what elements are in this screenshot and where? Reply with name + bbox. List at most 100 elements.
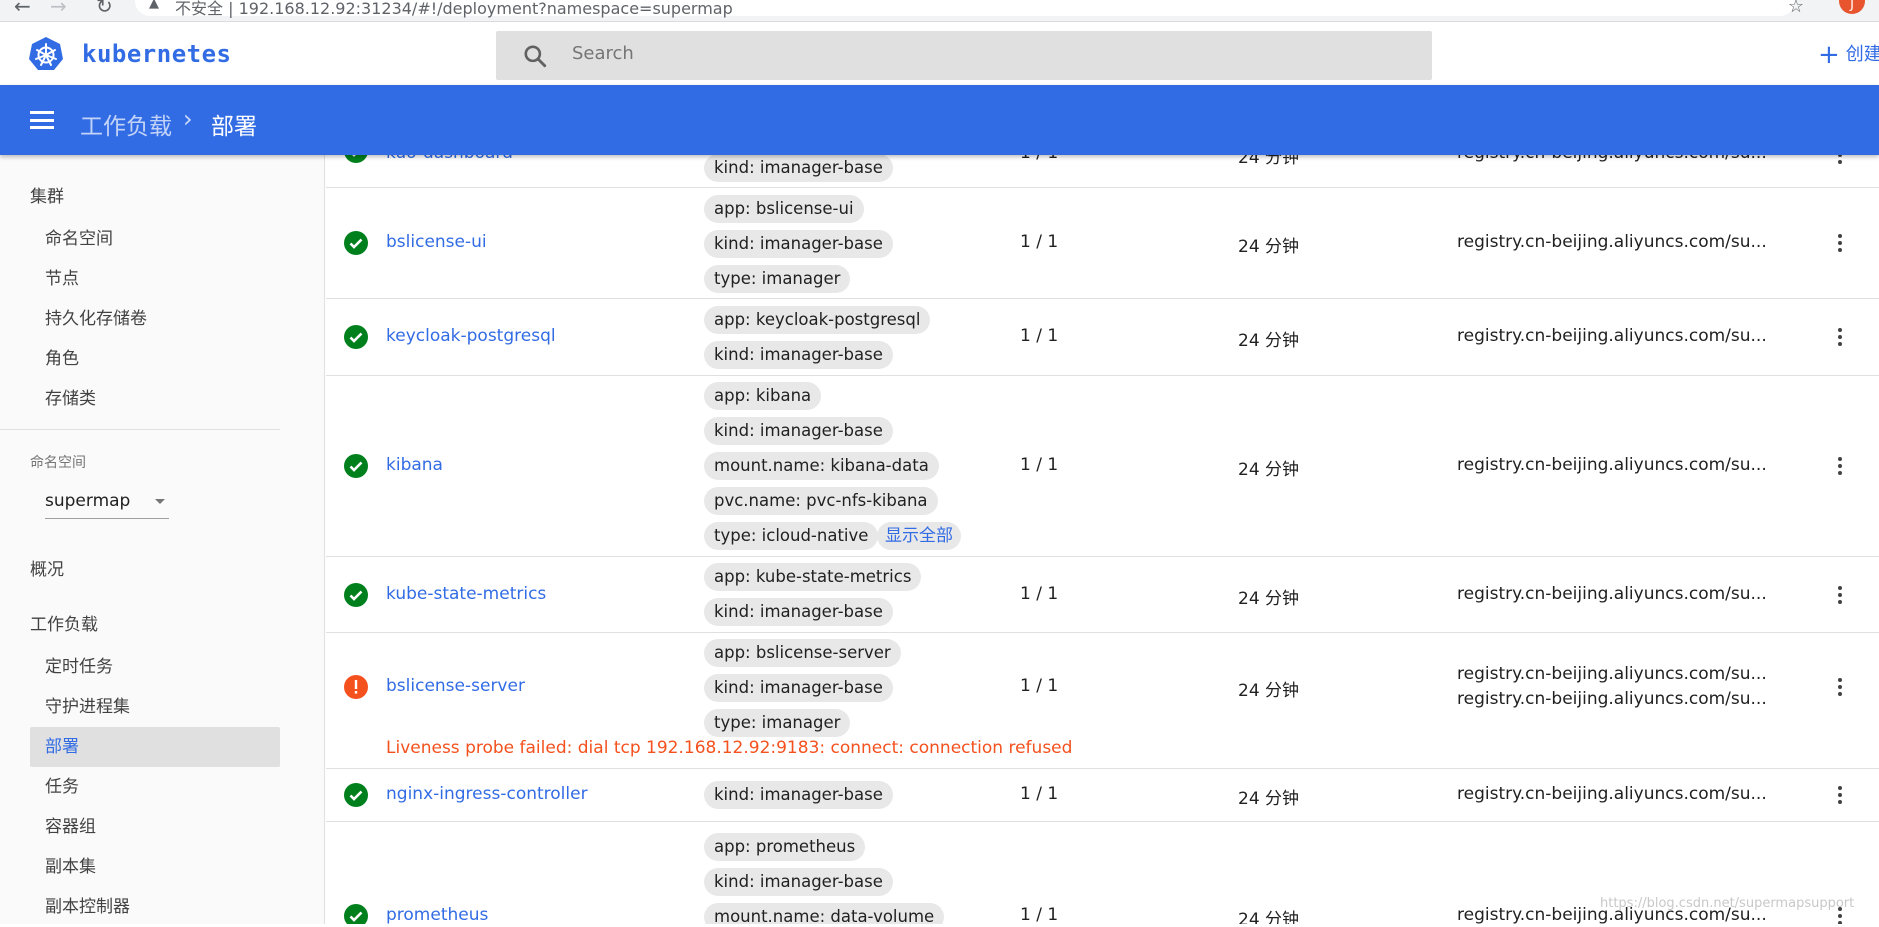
- image-text: registry.cn-beijing.aliyuncs.com/su...: [1457, 784, 1767, 804]
- bookmark-star-icon[interactable]: ☆: [1788, 0, 1804, 17]
- label-chip: pvc.name: pvc-nfs-kibana: [704, 487, 938, 515]
- more-vert-icon[interactable]: [1838, 586, 1844, 607]
- label-chip: kind: imanager-base: [704, 155, 893, 182]
- sidebar-divider: [0, 429, 280, 430]
- sidebar-item-pods[interactable]: 容器组: [30, 807, 280, 847]
- label-chip: kind: imanager-base: [704, 598, 893, 626]
- status-ok-icon: [344, 231, 368, 255]
- create-label: 创建: [1845, 44, 1879, 65]
- pods-count: 1 / 1: [1020, 155, 1058, 163]
- more-vert-icon[interactable]: [1838, 786, 1844, 807]
- more-vert-icon[interactable]: [1838, 155, 1844, 167]
- sidebar-item-replicasets[interactable]: 副本集: [30, 847, 280, 887]
- age-text: 24 分钟: [1238, 681, 1300, 701]
- deployment-name-link[interactable]: kibana: [386, 455, 443, 475]
- sidebar-heading-workloads[interactable]: 工作负载: [30, 610, 98, 635]
- more-vert-icon[interactable]: [1838, 234, 1844, 255]
- breadcrumb-current: 部署: [211, 114, 257, 140]
- image-text: registry.cn-beijing.aliyuncs.com/su...: [1457, 232, 1767, 252]
- breadcrumb-parent[interactable]: 工作负载: [80, 107, 172, 141]
- status-error-icon: [344, 675, 368, 699]
- image-text: registry.cn-beijing.aliyuncs.com/su...: [1457, 664, 1767, 684]
- table-row: bslicense-ui app: bslicense-ui kind: ima…: [326, 188, 1879, 299]
- namespace-label: 命名空间: [30, 455, 86, 471]
- warning-icon: ▲: [149, 0, 159, 11]
- label-chip: kind: imanager-base: [704, 417, 893, 445]
- search-input[interactable]: [572, 43, 1372, 64]
- sidebar-item-jobs[interactable]: 任务: [30, 767, 280, 807]
- age-text: 24 分钟: [1238, 460, 1300, 480]
- more-vert-icon[interactable]: [1838, 328, 1844, 349]
- status-ok-icon: [344, 783, 368, 807]
- age-text: 24 分钟: [1238, 155, 1300, 168]
- deployment-name-link[interactable]: kuo-dashboard: [386, 155, 513, 163]
- label-chip: app: keycloak-postgresql: [704, 306, 931, 334]
- url-text: 192.168.12.92:31234/#!/deployment?namesp…: [238, 0, 733, 18]
- table-row: kube-state-metrics app: kube-state-metri…: [326, 557, 1879, 633]
- status-ok-icon: [344, 155, 368, 163]
- menu-icon[interactable]: [30, 111, 54, 129]
- search-box[interactable]: [496, 31, 1432, 80]
- brand-title[interactable]: kubernetes: [82, 40, 232, 68]
- address-bar[interactable]: ▲ 不安全 | 192.168.12.92:31234/#!/deploymen…: [135, 0, 1795, 18]
- deployment-name-link[interactable]: bslicense-server: [386, 676, 525, 696]
- sidebar-item-namespaces[interactable]: 命名空间: [30, 219, 280, 259]
- kubernetes-logo-icon[interactable]: [28, 36, 64, 72]
- pods-count: 1 / 1: [1020, 676, 1059, 696]
- sidebar-item-cronjobs[interactable]: 定时任务: [30, 647, 280, 687]
- namespace-value: supermap: [45, 491, 131, 511]
- deployment-name-link[interactable]: bslicense-ui: [386, 232, 487, 252]
- deployments-table: kuo-dashboard kind: imanager-base 1 / 1 …: [326, 155, 1879, 924]
- back-icon[interactable]: ←: [14, 0, 31, 18]
- plus-icon: +: [1818, 40, 1840, 70]
- forward-icon[interactable]: →: [50, 0, 67, 18]
- pods-count: 1 / 1: [1020, 232, 1059, 252]
- deployment-name-link[interactable]: keycloak-postgresql: [386, 326, 556, 346]
- label-chip: mount.name: data-volume: [704, 903, 945, 924]
- label-chip: kind: imanager-base: [704, 868, 893, 896]
- show-all-labels-button[interactable]: 显示全部: [877, 522, 961, 550]
- age-text: 24 分钟: [1238, 237, 1300, 257]
- reload-icon[interactable]: ↻: [96, 0, 113, 18]
- image-text: registry.cn-beijing.aliyuncs.com/su...: [1457, 155, 1767, 163]
- image-text: registry.cn-beijing.aliyuncs.com/su...: [1457, 326, 1767, 346]
- namespace-select[interactable]: supermap: [45, 491, 169, 519]
- table-row: bslicense-server app: bslicense-server k…: [326, 633, 1879, 769]
- label-chip: kind: imanager-base: [704, 341, 893, 369]
- image-text: registry.cn-beijing.aliyuncs.com/su...: [1457, 455, 1767, 475]
- deployment-name-link[interactable]: kube-state-metrics: [386, 584, 546, 604]
- more-vert-icon[interactable]: [1838, 457, 1844, 478]
- profile-avatar[interactable]: J: [1839, 0, 1865, 14]
- label-chip: kind: imanager-base: [704, 781, 893, 809]
- sidebar-item-overview[interactable]: 概况: [30, 555, 64, 580]
- label-chip: type: icloud-native: [704, 522, 879, 550]
- label-chip: type: imanager: [704, 709, 851, 737]
- label-chip: kind: imanager-base: [704, 230, 893, 258]
- toolbar-breadcrumb-bar: 工作负载 › 部署: [0, 85, 1879, 155]
- sidebar-item-persistent-volumes[interactable]: 持久化存储卷: [30, 299, 280, 339]
- deployment-name-link[interactable]: nginx-ingress-controller: [386, 784, 588, 804]
- table-row: kuo-dashboard kind: imanager-base 1 / 1 …: [326, 155, 1879, 188]
- image-text: registry.cn-beijing.aliyuncs.com/su...: [1457, 689, 1767, 709]
- label-chip: app: kibana: [704, 382, 822, 410]
- sidebar-item-daemonsets[interactable]: 守护进程集: [30, 687, 280, 727]
- create-button[interactable]: + 创建: [1818, 40, 1879, 70]
- sidebar-item-replication-controllers[interactable]: 副本控制器: [30, 887, 280, 927]
- sidebar-item-roles[interactable]: 角色: [30, 339, 280, 379]
- sidebar-item-nodes[interactable]: 节点: [30, 259, 280, 299]
- chevron-right-icon: ›: [183, 105, 193, 133]
- sidebar-item-storage-classes[interactable]: 存储类: [30, 379, 280, 419]
- sidebar-heading-cluster[interactable]: 集群: [30, 182, 64, 207]
- label-chip: app: prometheus: [704, 833, 866, 861]
- label-chip: type: imanager: [704, 265, 851, 293]
- label-chip: kind: imanager-base: [704, 674, 893, 702]
- sidebar-item-deployments[interactable]: 部署: [30, 727, 280, 767]
- status-ok-icon: [344, 904, 368, 924]
- label-chip: app: kube-state-metrics: [704, 563, 922, 591]
- table-row: nginx-ingress-controller kind: imanager-…: [326, 769, 1879, 822]
- deployment-name-link[interactable]: prometheus: [386, 905, 488, 924]
- age-text: 24 分钟: [1238, 331, 1300, 351]
- label-chip: app: bslicense-server: [704, 639, 901, 667]
- security-label: 不安全: [175, 0, 224, 18]
- more-vert-icon[interactable]: [1838, 678, 1844, 699]
